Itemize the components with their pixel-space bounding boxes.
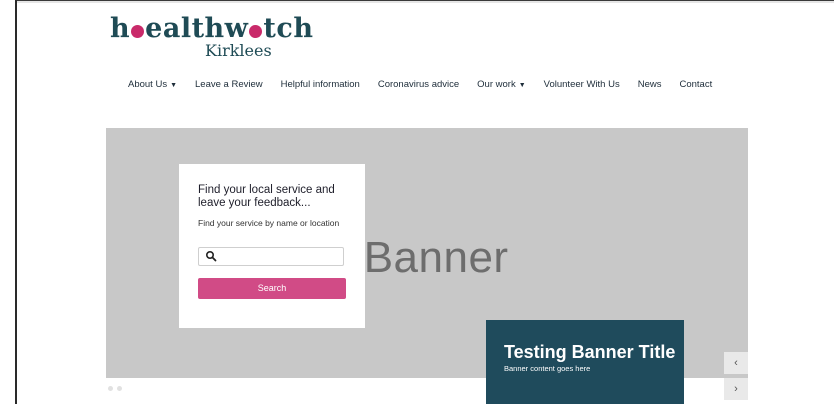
service-search-input[interactable]	[198, 247, 344, 266]
nav-item-helpful-information[interactable]: Helpful information	[281, 79, 360, 90]
nav-item-label: Leave a Review	[195, 79, 263, 90]
nav-item-label: Contact	[679, 79, 713, 90]
service-search-card: Find your local service and leave your f…	[179, 164, 365, 328]
nav-item-volunteer-with-us[interactable]: Volunteer With Us	[544, 79, 620, 90]
nav-item-news[interactable]: News	[638, 79, 662, 90]
logo-text-part2: tch	[263, 13, 314, 44]
banner-caption: Testing Banner Title Banner content goes…	[486, 320, 684, 404]
nav-item-label: Helpful information	[280, 79, 360, 90]
nav-item-contact[interactable]: Contact	[679, 79, 712, 90]
search-card-subtitle: Find your service by name or location	[198, 218, 340, 228]
nav-item-label: Volunteer With Us	[543, 79, 620, 90]
main-navigation: About Us ▼ Leave a Review Helpful informa…	[128, 79, 730, 90]
chevron-right-icon: ›	[734, 383, 738, 395]
carousel-dot[interactable]	[108, 386, 113, 391]
logo-text-prefix: h	[110, 13, 131, 44]
logo-dot-icon	[131, 25, 145, 38]
banner-caption-text: Banner content goes here	[504, 364, 591, 373]
chevron-left-icon: ‹	[734, 357, 738, 369]
nav-item-label: Our work	[477, 79, 516, 90]
banner-caption-title: Testing Banner Title	[504, 342, 676, 362]
logo-wordmark: h ealthw tch	[110, 14, 313, 44]
nav-item-our-work[interactable]: Our work ▼	[477, 79, 525, 90]
carousel-dot[interactable]	[117, 386, 122, 391]
search-card-title: Find your local service and leave your f…	[198, 184, 335, 209]
nav-item-leave-a-review[interactable]: Leave a Review	[195, 79, 263, 90]
nav-item-about-us[interactable]: About Us ▼	[128, 79, 177, 90]
nav-item-coronavirus-advice[interactable]: Coronavirus advice	[378, 79, 459, 90]
nav-item-label: News	[637, 79, 662, 90]
nav-item-label: Coronavirus advice	[377, 79, 460, 90]
carousel-prev-button[interactable]: ‹	[724, 352, 748, 374]
nav-item-label: About Us	[128, 79, 168, 90]
search-icon	[205, 250, 217, 262]
chevron-down-icon: ▼	[518, 82, 526, 89]
browser-frame-top-edge	[15, 0, 834, 1]
chevron-down-icon: ▼	[170, 82, 178, 89]
carousel-next-button[interactable]: ›	[724, 378, 748, 400]
logo-text-part1: ealthw	[145, 13, 249, 44]
site-logo[interactable]: h ealthw tch Kirklees	[110, 14, 313, 61]
browser-frame-left	[15, 0, 17, 404]
logo-dot-icon	[249, 25, 263, 38]
carousel-indicators	[108, 386, 122, 391]
search-button[interactable]: Search	[198, 278, 346, 299]
logo-subtitle: Kirklees	[205, 41, 272, 60]
